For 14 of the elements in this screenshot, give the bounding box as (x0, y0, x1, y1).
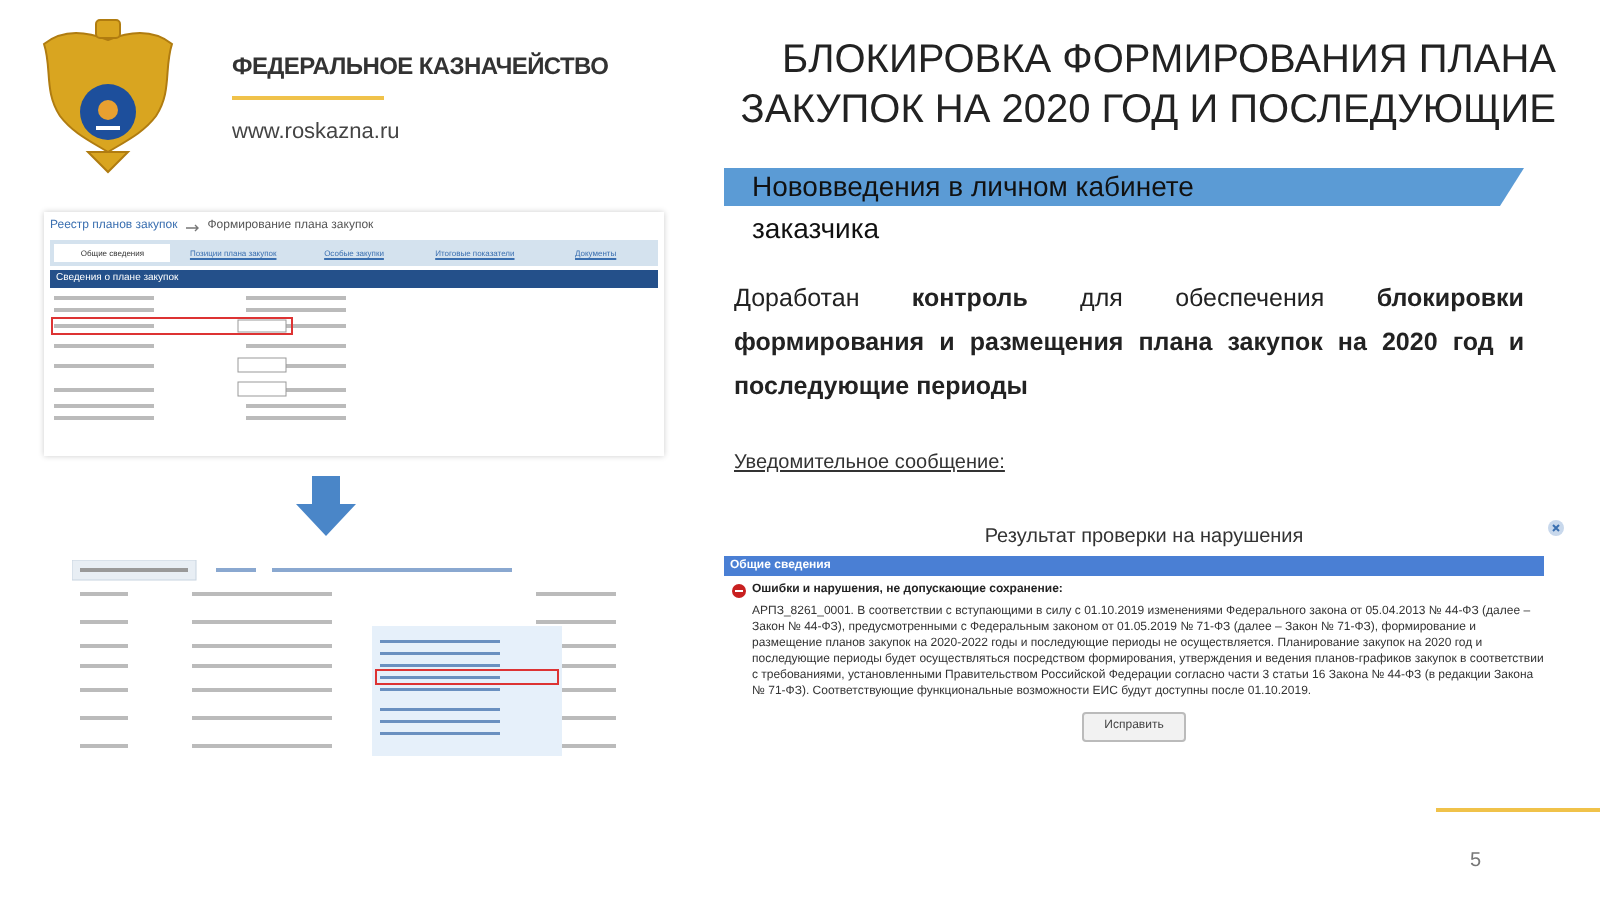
description-text: Доработан контроль для обеспечения блокировки формирования и размещения плана закупок на 2020 год и последующие периоды (734, 282, 1524, 404)
organization-name: ФЕДЕРАЛЬНОЕ КАЗНАЧЕЙСТВО (232, 50, 609, 84)
website-url: www.roskazna.ru (232, 118, 402, 148)
banner: Нововведения в личном кабинете (724, 168, 1524, 206)
dialog-title: Результат проверки на нарушения (984, 523, 1304, 551)
banner-text: заказчика (752, 212, 880, 246)
down-arrow-icon (296, 476, 356, 536)
slide-title: БЛОКИРОВКА ФОРМИРОВАНИЯ ПЛАНА (781, 36, 1556, 86)
error-icon (732, 584, 746, 598)
slide-title: ЗАКУПОК НА 2020 ГОД И ПОСЛЕДУЮЩИЕ (740, 86, 1556, 136)
page-number: 5 (1470, 848, 1482, 876)
arrow-icon (185, 223, 200, 231)
notice-label: Уведомительное сообщение: (734, 450, 1005, 478)
close-icon[interactable] (1548, 520, 1564, 536)
